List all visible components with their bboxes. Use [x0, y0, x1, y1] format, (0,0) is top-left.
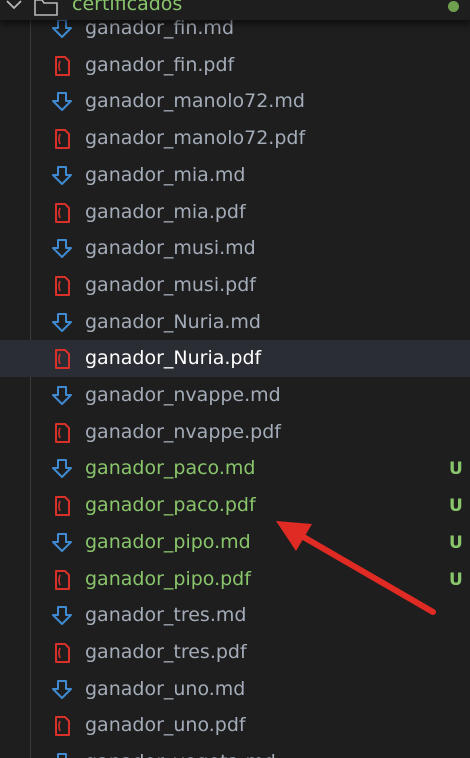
file-row[interactable]: ganador_tres.pdf	[0, 634, 470, 671]
markdown-file-icon	[52, 753, 72, 758]
file-name: ganador_fin.pdf	[85, 53, 235, 76]
file-name: ganador_pipo.pdf	[85, 567, 251, 590]
folder-icon	[34, 0, 58, 16]
markdown-file-icon	[52, 532, 72, 553]
pdf-file-icon	[52, 716, 72, 737]
git-untracked-badge: U	[449, 459, 463, 480]
markdown-file-icon	[52, 165, 72, 186]
file-name: ganador_tres.md	[85, 604, 247, 627]
folder-label: certificados	[72, 0, 183, 15]
file-name: ganador_musi.md	[85, 237, 256, 260]
file-row[interactable]: ganador_Nuria.md	[0, 304, 470, 341]
pdf-file-icon	[52, 569, 72, 590]
markdown-file-icon	[52, 386, 72, 406]
pdf-file-icon	[52, 349, 72, 370]
pdf-file-icon	[52, 275, 72, 296]
pdf-file-icon	[52, 202, 72, 223]
folder-status-dot	[448, 1, 459, 12]
file-row[interactable]: ganador_vegeta.md	[0, 744, 470, 758]
file-row[interactable]: ganador_mia.md	[0, 157, 470, 194]
file-explorer: ganador_fin.md ganador_fin.pdf ganador_man…	[0, 0, 470, 758]
file-row[interactable]: ganador_musi.md	[0, 230, 470, 267]
pdf-file-icon	[52, 422, 72, 443]
file-row[interactable]: ganador_nvappe.md	[0, 377, 470, 414]
file-name: ganador_Nuria.pdf	[85, 347, 262, 370]
file-name: ganador_paco.md	[85, 457, 256, 480]
pdf-file-icon	[52, 129, 72, 150]
markdown-file-icon	[52, 239, 72, 259]
file-name: ganador_manolo72.md	[85, 90, 305, 113]
file-row[interactable]: ganador_manolo72.md	[0, 83, 470, 120]
file-name: ganador_uno.md	[85, 677, 246, 700]
file-name: ganador_uno.pdf	[85, 714, 246, 737]
folder-row-certificados[interactable]: certificados	[0, 0, 470, 20]
file-row[interactable]: ganador_nvappe.pdf	[0, 414, 470, 451]
file-row[interactable]: ganador_manolo72.pdf	[0, 120, 470, 157]
file-name: ganador_nvappe.pdf	[85, 420, 281, 443]
file-row[interactable]: ganador_Nuria.pdf	[0, 340, 470, 378]
pdf-file-icon	[52, 496, 72, 517]
markdown-file-icon	[52, 459, 72, 479]
file-name: ganador_mia.md	[85, 163, 246, 186]
file-row[interactable]: ganador_uno.md	[0, 671, 470, 708]
file-row[interactable]: ganador_paco.md U	[0, 450, 470, 487]
markdown-file-icon	[52, 312, 72, 333]
file-row[interactable]: ganador_pipo.pdf U	[0, 561, 470, 598]
file-row[interactable]: ganador_tres.md	[0, 597, 470, 634]
git-untracked-badge: U	[449, 496, 463, 517]
file-name: ganador_mia.pdf	[85, 200, 246, 223]
file-name: ganador_manolo72.pdf	[85, 127, 306, 150]
file-name: ganador_pipo.md	[85, 530, 251, 553]
file-name: ganador_paco.pdf	[85, 494, 256, 517]
file-row[interactable]: ganador_pipo.md U	[0, 524, 470, 561]
markdown-file-icon	[52, 92, 72, 112]
file-row[interactable]: ganador_musi.pdf	[0, 267, 470, 304]
file-row[interactable]: ganador_fin.pdf	[0, 47, 470, 84]
file-name: ganador_Nuria.md	[85, 310, 261, 333]
markdown-file-icon	[52, 606, 72, 626]
chevron-down-icon[interactable]	[4, 0, 24, 14]
file-row[interactable]: ganador_mia.pdf	[0, 194, 470, 231]
file-name: ganador_tres.pdf	[85, 640, 247, 663]
git-untracked-badge: U	[449, 532, 463, 553]
file-name: ganador_vegeta.md	[85, 750, 276, 758]
markdown-file-icon	[52, 679, 72, 700]
file-row[interactable]: ganador_uno.pdf	[0, 707, 470, 744]
pdf-file-icon	[52, 55, 72, 76]
file-name: ganador_musi.pdf	[85, 273, 256, 296]
pdf-file-icon	[52, 642, 72, 663]
file-row[interactable]: ganador_paco.pdf U	[0, 487, 470, 524]
file-name: ganador_nvappe.md	[85, 384, 281, 406]
markdown-file-icon	[52, 19, 72, 39]
git-untracked-badge: U	[449, 569, 463, 590]
